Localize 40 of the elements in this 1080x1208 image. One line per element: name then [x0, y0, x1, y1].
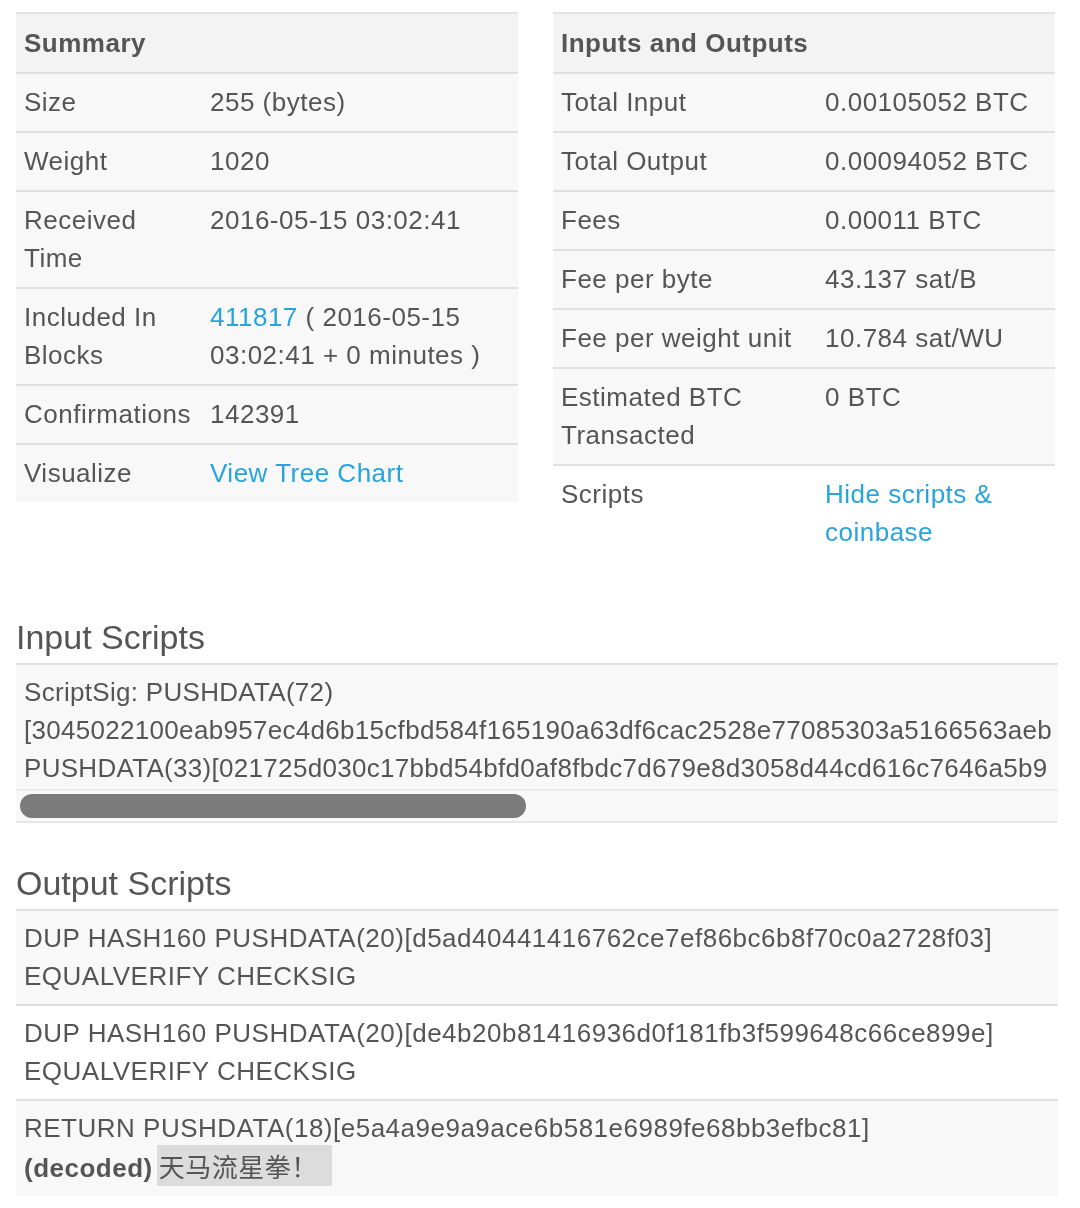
table-cell: 0.00011 BTC — [817, 191, 1055, 250]
script-line: PUSHDATA(33)[021725d030c17bbd54bfd0af8fbdc7d679e8d3058d44cd616c7646a5b9 — [24, 752, 1049, 785]
table-cell: 43.137 sat/B — [817, 250, 1055, 309]
table-cell: Total Input — [553, 73, 817, 132]
script-line: DUP HASH160 PUSHDATA(20)[de4b20b81416936d0f181fb3f599648c66ce899e] — [24, 1017, 995, 1050]
section-heading: Output Scripts — [16, 865, 233, 901]
table-cell: Included In Blocks — [16, 288, 202, 385]
table-cell: 142391 — [202, 385, 518, 444]
table-cell: 0.00105052 BTC — [817, 73, 1055, 132]
table-cell: Fees — [553, 191, 817, 250]
table-header: Inputs and Outputs — [553, 13, 1055, 73]
scrollbar-thumb[interactable] — [20, 794, 526, 818]
table-cell: 10.784 sat/WU — [817, 309, 1055, 368]
script-line: EQUALVERIFY CHECKSIG — [24, 960, 358, 993]
table-cell: 411817 ( 2016-05-15 03:02:41 + 0 minutes ) — [202, 288, 518, 385]
table-header: Summary — [16, 13, 518, 73]
table-cell: Confirmations — [16, 385, 202, 444]
table-cell: 255 (bytes) — [202, 73, 518, 132]
table-cell: 1020 — [202, 132, 518, 191]
section-heading: Input Scripts — [16, 619, 206, 655]
table-cell: Size — [16, 73, 202, 132]
table-cell: Fee per byte — [553, 250, 817, 309]
block-link[interactable]: 411817 — [210, 302, 298, 332]
table-cell: 2016-05-15 03:02:41 — [202, 191, 518, 288]
decoded-text: 天马流星拳！ — [156, 1145, 332, 1186]
link[interactable]: Hide scripts & coinbase — [825, 475, 1047, 551]
table-cell: Received Time — [16, 191, 202, 288]
table-cell: Weight — [16, 132, 202, 191]
table-cell: 0 BTC — [817, 368, 1055, 465]
table-cell: Total Output — [553, 132, 817, 191]
script-line: [3045022100eab957ec4d6b15cfbd584f165190a63df6cac2528e77085303a5166563aeb — [24, 714, 1053, 747]
script-line: ScriptSig: PUSHDATA(72) — [24, 676, 335, 709]
table-cell: 0.00094052 BTC — [817, 132, 1055, 191]
table-cell: Estimated BTC Transacted — [553, 368, 817, 465]
script-line: DUP HASH160 PUSHDATA(20)[d5ad40441416762ce7ef86bc6b8f70c0a2728f03] — [24, 922, 994, 955]
script-line: EQUALVERIFY CHECKSIG — [24, 1055, 358, 1088]
script-line: RETURN PUSHDATA(18)[e5a4a9e9a9ace6b581e6989fe68bb3efbc81] — [24, 1112, 871, 1145]
decoded-label: (decoded) — [24, 1153, 153, 1183]
table-cell: Visualize — [16, 444, 202, 502]
table-cell: Fee per weight unit — [553, 309, 817, 368]
